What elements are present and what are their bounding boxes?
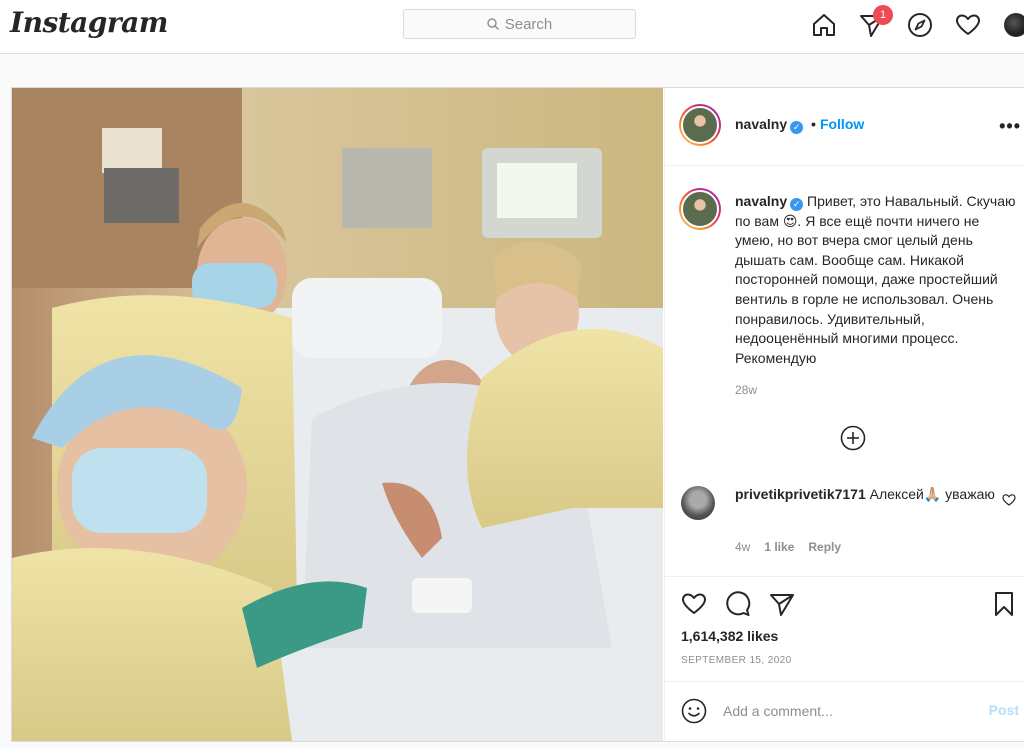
profile-avatar[interactable] [1004, 13, 1024, 37]
add-comment-bar: Post [665, 681, 1024, 742]
comment-bubble-icon[interactable] [725, 591, 751, 617]
top-nav: Instagram Search 1 [0, 0, 1024, 54]
post-comment-button[interactable]: Post [989, 702, 1019, 718]
verified-badge-icon: ✓ [790, 121, 804, 134]
search-placeholder: Search [504, 15, 553, 33]
comment-meta: 4w 1 like Reply [735, 540, 841, 554]
likes-count[interactable]: 1,614,382 likes [681, 628, 778, 644]
separator-dot: • [811, 116, 816, 132]
post-header: navalny ✓ • Follow ••• [665, 88, 1024, 166]
caption-text: Привет, это Навальный. Скучаю по вам 😍. … [735, 193, 1016, 366]
emoji-smiley-icon[interactable] [681, 698, 707, 724]
comment-age[interactable]: 4w [735, 540, 750, 554]
like-heart-icon[interactable] [681, 591, 707, 617]
activity-heart-icon[interactable] [955, 12, 981, 38]
load-more-comments-icon[interactable] [840, 425, 866, 451]
comment-likes[interactable]: 1 like [764, 540, 794, 554]
commenter-avatar[interactable] [681, 486, 715, 520]
hospital-selfie-image [12, 88, 663, 741]
post-date[interactable]: SEPTEMBER 15, 2020 [681, 655, 792, 666]
post-card: navalny ✓ • Follow ••• navalny ✓ Привет, эт… [11, 87, 1024, 742]
search-icon [487, 18, 499, 30]
save-bookmark-icon[interactable] [991, 591, 1017, 617]
more-options-icon[interactable]: ••• [999, 116, 1021, 137]
post-caption: navalny ✓ Привет, это Навальный. Скучаю п… [735, 192, 1019, 368]
comment-text: Алексей🙏🏼 уважаю [869, 486, 995, 502]
notification-badge: 1 [873, 5, 893, 25]
post-actions: 1,614,382 likes SEPTEMBER 15, 2020 Post [665, 576, 1024, 741]
author-avatar[interactable] [679, 104, 721, 146]
explore-icon[interactable] [907, 12, 933, 38]
share-icon[interactable] [769, 591, 795, 617]
follow-button[interactable]: Follow [820, 116, 864, 132]
author-line: navalny ✓ • Follow [735, 116, 864, 134]
post-sidebar: navalny ✓ • Follow ••• navalny ✓ Привет, эт… [664, 88, 1024, 741]
caption-timestamp[interactable]: 28w [735, 383, 757, 397]
home-icon[interactable] [811, 12, 837, 38]
comment-like-heart-icon[interactable] [1002, 493, 1016, 507]
caption-username[interactable]: navalny [735, 193, 787, 209]
post-photo[interactable] [12, 88, 663, 741]
verified-badge-icon: ✓ [790, 198, 804, 211]
instagram-logo[interactable]: Instagram [10, 6, 168, 39]
author-username[interactable]: navalny [735, 116, 787, 132]
reply-button[interactable]: Reply [808, 540, 841, 554]
comment-input[interactable] [723, 697, 963, 725]
commenter-username[interactable]: privetikprivetik7171 [735, 486, 866, 502]
search-input[interactable]: Search [403, 9, 636, 39]
comment: privetikprivetik7171 Алексей🙏🏼 уважаю [735, 485, 995, 505]
caption-avatar[interactable] [679, 188, 721, 230]
